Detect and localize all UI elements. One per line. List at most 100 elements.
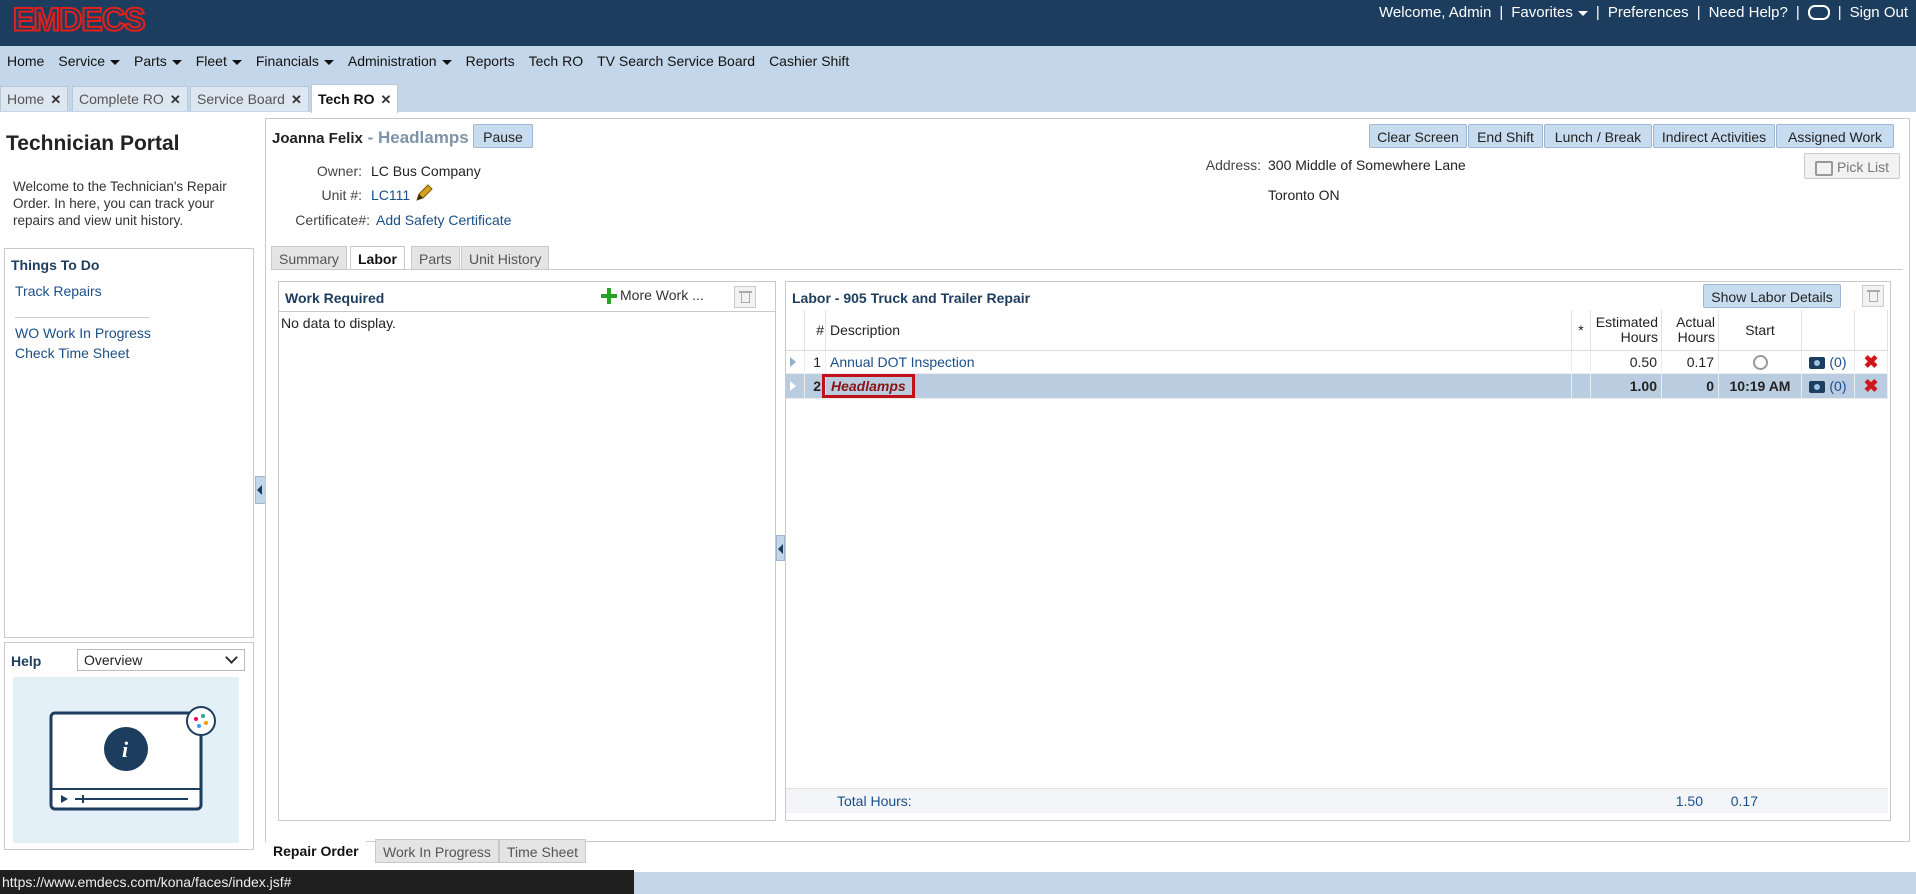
tab-summary[interactable]: Summary	[271, 246, 347, 270]
tab-labor[interactable]: Labor	[350, 246, 405, 270]
sign-out-link[interactable]: Sign Out	[1850, 4, 1908, 21]
chat-icon[interactable]	[1807, 5, 1830, 20]
lunch-break-button[interactable]: Lunch / Break	[1544, 124, 1652, 148]
emdecs-logo[interactable]: EMDECS	[6, 2, 186, 36]
menu-financials[interactable]: Financials	[249, 53, 341, 69]
add-safety-certificate-link[interactable]: Add Safety Certificate	[376, 212, 511, 228]
tab-repair-order[interactable]: Repair Order	[266, 839, 366, 863]
close-icon[interactable]: ✕	[381, 92, 392, 107]
preferences-link[interactable]: Preferences	[1608, 4, 1689, 21]
col-star: *	[1571, 310, 1591, 351]
footer-band	[634, 872, 1916, 894]
unit-link[interactable]: LC111	[371, 187, 410, 203]
pause-button[interactable]: Pause	[473, 124, 533, 148]
chevron-down-icon	[225, 651, 238, 664]
tab-time-sheet[interactable]: Time Sheet	[499, 839, 587, 863]
table-row[interactable]: 1 Annual DOT Inspection 0.50 0.17 (0) ✖	[786, 350, 1888, 374]
tab-tech-ro[interactable]: Tech RO ✕	[311, 84, 399, 113]
more-work-button[interactable]: More Work ...	[601, 287, 704, 305]
favorites-menu[interactable]: Favorites	[1511, 4, 1588, 21]
divider	[15, 317, 149, 318]
estimated-hours: 0.50	[1590, 350, 1662, 374]
close-icon[interactable]: ✕	[170, 92, 181, 107]
video-info-icon: i	[49, 706, 216, 811]
start-time: 10:19 AM	[1718, 373, 1802, 399]
expand-row-icon[interactable]	[790, 381, 796, 391]
menu-cashier-shift[interactable]: Cashier Shift	[762, 53, 856, 69]
tab-home[interactable]: Home ✕	[0, 86, 69, 111]
stopwatch-icon[interactable]	[1752, 355, 1768, 371]
current-job: Headlamps	[377, 128, 469, 147]
plus-icon	[601, 288, 617, 305]
pencil-icon[interactable]	[414, 183, 434, 203]
show-labor-details-button[interactable]: Show Labor Details	[1703, 284, 1841, 308]
camera-icon[interactable]	[1809, 381, 1826, 394]
job-separator: -	[362, 128, 378, 147]
track-repairs-link[interactable]: Track Repairs	[15, 283, 102, 299]
camera-icon[interactable]	[1809, 357, 1826, 370]
help-video-thumbnail[interactable]: i	[13, 677, 239, 843]
portal-description: Welcome to the Technician's Repair Order…	[13, 179, 227, 228]
chevron-down-icon	[110, 59, 121, 65]
total-estimated-hours: 1.50	[1675, 793, 1703, 809]
user-links: Welcome, Admin | Favorites | Preferences | …	[1379, 4, 1908, 21]
actual-hours: 0.17	[1661, 350, 1719, 374]
menu-fleet[interactable]: Fleet	[189, 53, 249, 69]
menu-tv-search-service-board[interactable]: TV Search Service Board	[590, 53, 762, 69]
chevron-down-icon	[323, 59, 334, 65]
menu-service[interactable]: Service	[51, 53, 127, 69]
clear-screen-button[interactable]: Clear Screen	[1369, 124, 1467, 148]
delete-icon[interactable]: ✖	[1863, 352, 1878, 372]
close-icon[interactable]: ✕	[50, 92, 61, 107]
need-help-link[interactable]: Need Help?	[1709, 4, 1788, 21]
actual-hours: 0	[1661, 373, 1719, 399]
indirect-activities-button[interactable]: Indirect Activities	[1653, 124, 1775, 148]
labor-panel: Labor - 905 Truck and Trailer Repair Sho…	[785, 281, 1891, 821]
tab-work-in-progress[interactable]: Work In Progress	[375, 839, 499, 863]
photos-count[interactable]: (0)	[1829, 354, 1846, 370]
expand-row-icon[interactable]	[790, 357, 796, 367]
tab-parts[interactable]: Parts	[411, 246, 460, 270]
welcome-text: Welcome, Admin	[1379, 4, 1492, 21]
total-hours-label: Total Hours:	[837, 793, 912, 809]
menu-tech-ro[interactable]: Tech RO	[522, 53, 590, 69]
trash-icon[interactable]	[1862, 285, 1884, 307]
labor-table: # Description * Estimated Hours Actual Hou…	[786, 310, 1888, 399]
pick-list-button[interactable]: Pick List	[1804, 153, 1900, 179]
photos-count[interactable]: (0)	[1829, 378, 1846, 394]
delete-icon[interactable]: ✖	[1863, 376, 1878, 396]
assigned-work-button[interactable]: Assigned Work	[1776, 124, 1894, 148]
table-row[interactable]: 2 Headlamps 1.00 0 10:19 AM (0) ✖	[786, 373, 1888, 399]
tab-service-board[interactable]: Service Board ✕	[190, 86, 309, 111]
end-shift-button[interactable]: End Shift	[1468, 124, 1543, 148]
chevron-down-icon	[231, 59, 242, 65]
total-actual-hours: 0.17	[1730, 793, 1758, 809]
close-icon[interactable]: ✕	[291, 92, 302, 107]
menu-reports[interactable]: Reports	[459, 53, 522, 69]
work-required-panel: Work Required More Work ... No data to d…	[278, 281, 776, 821]
totals-row: Total Hours: 1.50 0.17	[786, 788, 1888, 813]
menu-parts[interactable]: Parts	[127, 53, 189, 69]
collapse-work-panel-handle[interactable]	[776, 535, 785, 561]
tab-unit-history[interactable]: Unit History	[461, 246, 550, 270]
unit-label: Unit #:	[321, 187, 362, 203]
col-number: #	[804, 310, 826, 351]
chevron-down-icon	[441, 59, 452, 65]
main-menu: Home Service Parts Fleet Financials Admi…	[0, 46, 1916, 76]
menu-home[interactable]: Home	[0, 53, 51, 69]
labor-description-active[interactable]: Headlamps	[822, 374, 915, 398]
trash-icon[interactable]	[734, 286, 756, 308]
svg-text:i: i	[122, 737, 129, 762]
menu-administration[interactable]: Administration	[341, 53, 459, 69]
labor-description-link[interactable]: Annual DOT Inspection	[830, 354, 975, 370]
page-title: Technician Portal	[6, 132, 180, 155]
things-to-do-panel: Things To Do Track Repairs WO Work In Pr…	[4, 248, 254, 638]
col-estimated-hours: Estimated Hours	[1590, 310, 1662, 351]
help-topic-select[interactable]: Overview	[77, 649, 245, 671]
tab-complete-ro[interactable]: Complete RO ✕	[72, 86, 188, 111]
certificate-label: Certificate#:	[295, 212, 370, 228]
status-url: https://www.emdecs.com/kona/faces/index.…	[0, 870, 634, 894]
wo-work-in-progress-link[interactable]: WO Work In Progress	[15, 325, 151, 341]
labor-title: Labor - 905 Truck and Trailer Repair	[792, 290, 1031, 306]
check-time-sheet-link[interactable]: Check Time Sheet	[15, 345, 129, 361]
